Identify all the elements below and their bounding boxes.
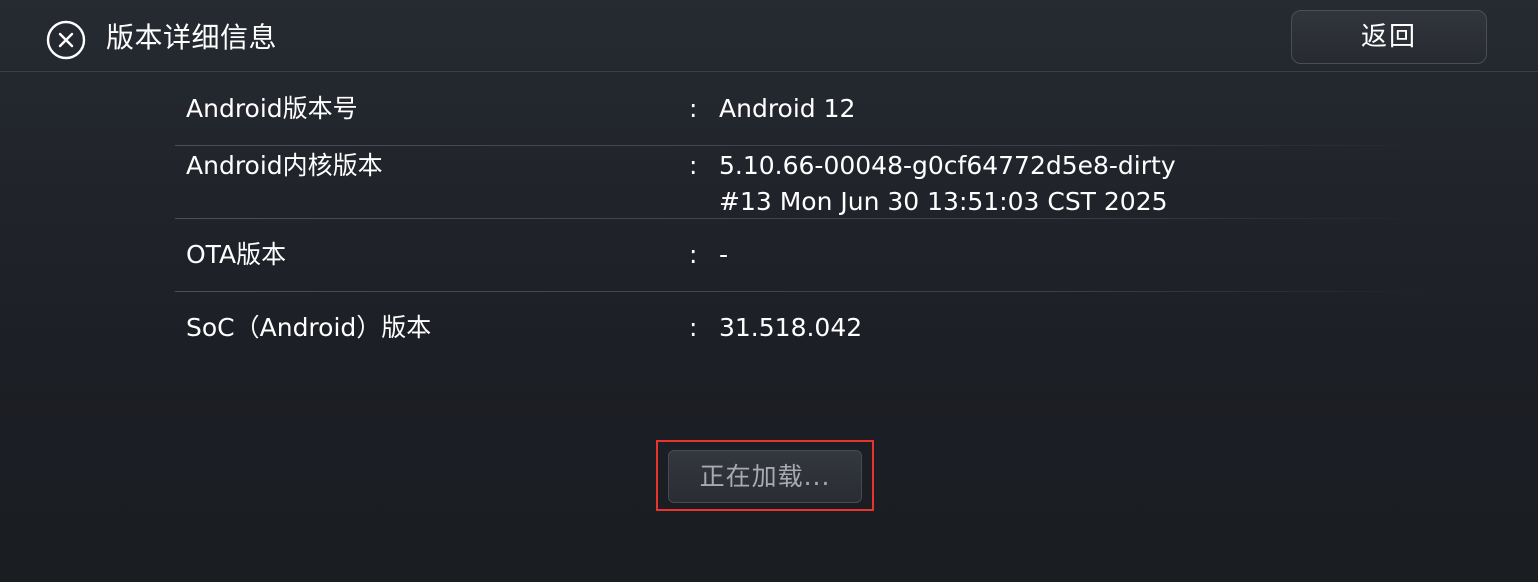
info-row-ota-version: OTA版本 : - xyxy=(175,219,1435,292)
row-value: 5.10.66-00048-g0cf64772d5e8-dirty #13 Mo… xyxy=(719,148,1176,220)
info-row-soc-version: SoC（Android）版本 : 31.518.042 xyxy=(175,292,1435,365)
info-row-android-version: Android版本号 : Android 12 xyxy=(175,73,1435,146)
row-separator: : xyxy=(689,94,698,123)
row-separator: : xyxy=(689,151,698,180)
version-info-table: Android版本号 : Android 12 Android内核版本 : 5.… xyxy=(175,73,1435,365)
row-value-line: - xyxy=(719,240,729,269)
row-value-line: 5.10.66-00048-g0cf64772d5e8-dirty xyxy=(719,151,1176,180)
close-circle-icon[interactable] xyxy=(46,20,86,60)
back-button[interactable]: 返回 xyxy=(1291,10,1487,64)
info-row-kernel-version: Android内核版本 : 5.10.66-00048-g0cf64772d5e… xyxy=(175,146,1435,219)
row-value: - xyxy=(719,237,728,273)
row-value-line: 31.518.042 xyxy=(719,313,863,342)
row-separator: : xyxy=(689,240,698,269)
page-title: 版本详细信息 xyxy=(106,21,278,54)
row-value-line: Android 12 xyxy=(719,94,856,123)
row-separator: : xyxy=(689,313,698,342)
row-label: SoC（Android）版本 xyxy=(186,313,432,342)
row-value: Android 12 xyxy=(719,91,855,127)
row-value: 31.518.042 xyxy=(719,310,862,346)
loading-button[interactable]: 正在加载... xyxy=(668,450,862,503)
row-label: Android版本号 xyxy=(186,94,358,123)
row-label: OTA版本 xyxy=(186,240,287,269)
row-value-line: #13 Mon Jun 30 13:51:03 CST 2025 xyxy=(719,187,1168,216)
header-bar: 版本详细信息 返回 xyxy=(0,0,1538,72)
row-label: Android内核版本 xyxy=(186,151,383,180)
